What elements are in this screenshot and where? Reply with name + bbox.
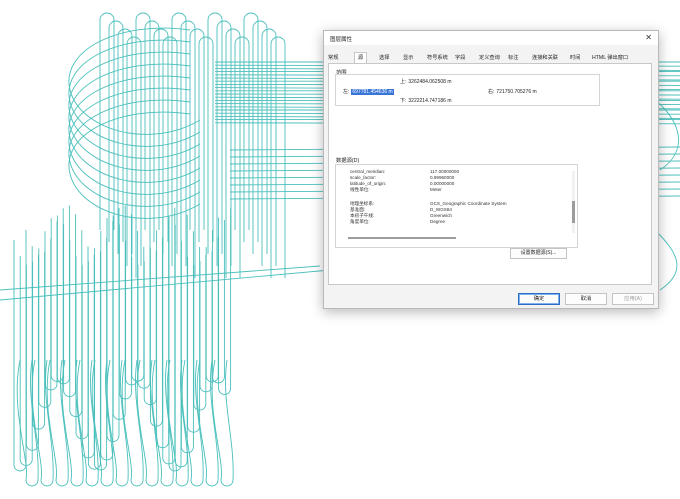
close-icon[interactable]: ✕ [645, 33, 652, 42]
source-panel: 范围 上: 3262484.062508 m 左: 697781.454636 m … [328, 63, 652, 285]
extent-bottom: 下: 3222214.747186 m [400, 98, 452, 104]
scrollbar-thumb[interactable] [572, 201, 575, 223]
tab-fields[interactable]: 字段 [455, 53, 465, 63]
tab-joins-relates[interactable]: 连接和关联 [532, 53, 558, 63]
source-row: 角度单位: Degree [350, 219, 446, 224]
tab-symbology[interactable]: 符号系统 [427, 53, 448, 63]
tab-general[interactable]: 常规 [328, 53, 338, 63]
source-row: latitude_of_origin: 0.00000000 [350, 181, 455, 186]
extent-left[interactable]: 左: 697781.454636 m [343, 88, 394, 95]
source-row: scale_factor: 0.99960000 [350, 175, 455, 180]
extent-right: 右: 721750.705276 m [488, 89, 537, 95]
tab-html-popup[interactable]: HTML 弹出窗口 [592, 53, 628, 63]
tab-strip: 常规 源 选择 显示 符号系统 字段 定义查询 标注 连接和关联 时间 HTML… [328, 52, 654, 64]
extent-group: 上: 3262484.062508 m 左: 697781.454636 m 右: 7… [335, 74, 600, 106]
set-data-source-button[interactable]: 设置数据源(S)... [510, 248, 567, 259]
tab-definition-query[interactable]: 定义查询 [479, 53, 500, 63]
layer-properties-dialog: 图层属性 ✕ 常规 源 选择 显示 符号系统 字段 定义查询 标注 连接和关联 … [323, 30, 659, 309]
source-row: 线性单位: Meter [350, 187, 442, 192]
horizontal-scrollbar[interactable] [348, 237, 456, 239]
tab-display[interactable]: 显示 [403, 53, 413, 63]
dialog-title: 图层属性 [330, 37, 353, 43]
data-source-label: 数据源(D) [336, 158, 360, 164]
tab-labels[interactable]: 标注 [508, 53, 518, 63]
data-source-group[interactable]: central_meridian: 117.00000000 scale_fact… [335, 164, 578, 248]
source-row: central_meridian: 117.00000000 [350, 169, 460, 174]
extent-top: 上: 3262484.062508 m [400, 79, 452, 85]
tab-selection[interactable]: 选择 [379, 53, 389, 63]
apply-button[interactable]: 应用(A) [612, 293, 654, 305]
vertical-scrollbar[interactable] [572, 171, 575, 233]
ok-button[interactable]: 确定 [518, 293, 560, 305]
title-bar[interactable]: 图层属性 ✕ [324, 31, 658, 45]
cancel-button[interactable]: 取消 [565, 293, 607, 305]
tab-time[interactable]: 时间 [570, 53, 580, 63]
